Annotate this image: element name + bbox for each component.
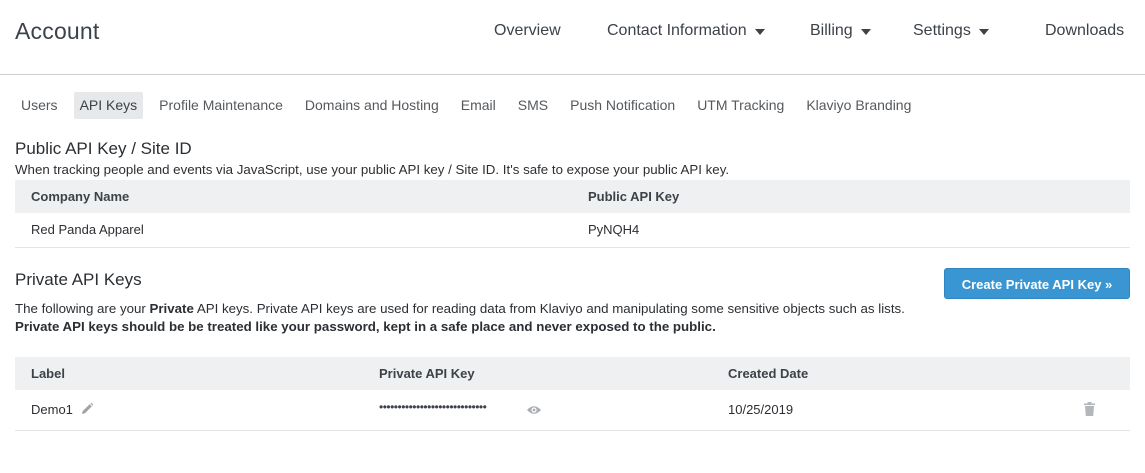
tab-profile-maintenance[interactable]: Profile Maintenance [153,92,289,119]
key-label-cell: Demo1 [31,402,73,417]
table-row: Demo1 ••••••••••••••••••••••••••••• 10/2… [15,390,1130,431]
private-keys-table-header: Label Private API Key Created Date [15,357,1130,390]
tab-klaviyo-branding[interactable]: Klaviyo Branding [800,92,917,119]
create-private-api-key-button[interactable]: Create Private API Key » [944,268,1130,299]
tab-push-notification[interactable]: Push Notification [564,92,681,119]
table-row: Red Panda Apparel PyNQH4 [15,213,1130,248]
top-navbar: Account Overview Contact Information Bil… [0,0,1145,75]
pencil-icon[interactable] [80,402,94,416]
public-key-table-header: Company Name Public API Key [15,180,1130,213]
tab-email[interactable]: Email [455,92,502,119]
public-key-description: When tracking people and events via Java… [15,162,730,177]
desc-prefix: The following are your [15,301,150,316]
caret-down-icon [754,28,765,35]
tab-sms[interactable]: SMS [512,92,554,119]
company-name-cell: Red Panda Apparel [31,222,144,237]
desc-bold: Private [149,301,194,316]
private-keys-heading: Private API Keys [15,270,142,289]
tab-utm-tracking[interactable]: UTM Tracking [691,92,790,119]
private-keys-description: The following are your Private API keys.… [15,301,905,316]
caret-down-icon [978,28,989,35]
column-label: Label [31,366,65,381]
nav-contact-information-label: Contact Information [607,22,747,39]
nav-overview[interactable]: Overview [494,22,561,40]
page-title: Account [15,18,100,44]
column-created-date: Created Date [728,366,809,381]
desc-suffix: API keys. Private API keys are used for … [193,301,905,316]
tab-users[interactable]: Users [15,92,64,119]
account-subnav: Users API Keys Profile Maintenance Domai… [15,92,927,119]
public-api-key-cell[interactable]: PyNQH4 [588,222,639,237]
private-keys-warning: Private API keys should be be treated li… [15,319,716,334]
eye-icon[interactable] [526,403,542,415]
nav-billing-label: Billing [810,22,853,39]
tab-api-keys[interactable]: API Keys [73,92,144,119]
nav-downloads[interactable]: Downloads [1045,22,1124,40]
tab-domains-and-hosting[interactable]: Domains and Hosting [299,92,445,119]
nav-settings-label: Settings [913,22,971,39]
nav-billing[interactable]: Billing [810,22,871,40]
private-api-key-masked: ••••••••••••••••••••••••••••• [379,400,487,414]
column-private-api-key: Private API Key [379,366,475,381]
nav-downloads-label: Downloads [1045,22,1125,39]
caret-down-icon [860,28,871,35]
column-company-name: Company Name [31,189,130,204]
nav-settings[interactable]: Settings [913,22,989,40]
trash-icon[interactable] [1084,402,1095,416]
nav-overview-label: Overview [494,22,561,39]
nav-contact-information[interactable]: Contact Information [607,22,765,40]
created-date-cell: 10/25/2019 [728,402,794,417]
column-public-api-key: Public API Key [588,189,680,204]
public-key-heading: Public API Key / Site ID [15,139,192,158]
